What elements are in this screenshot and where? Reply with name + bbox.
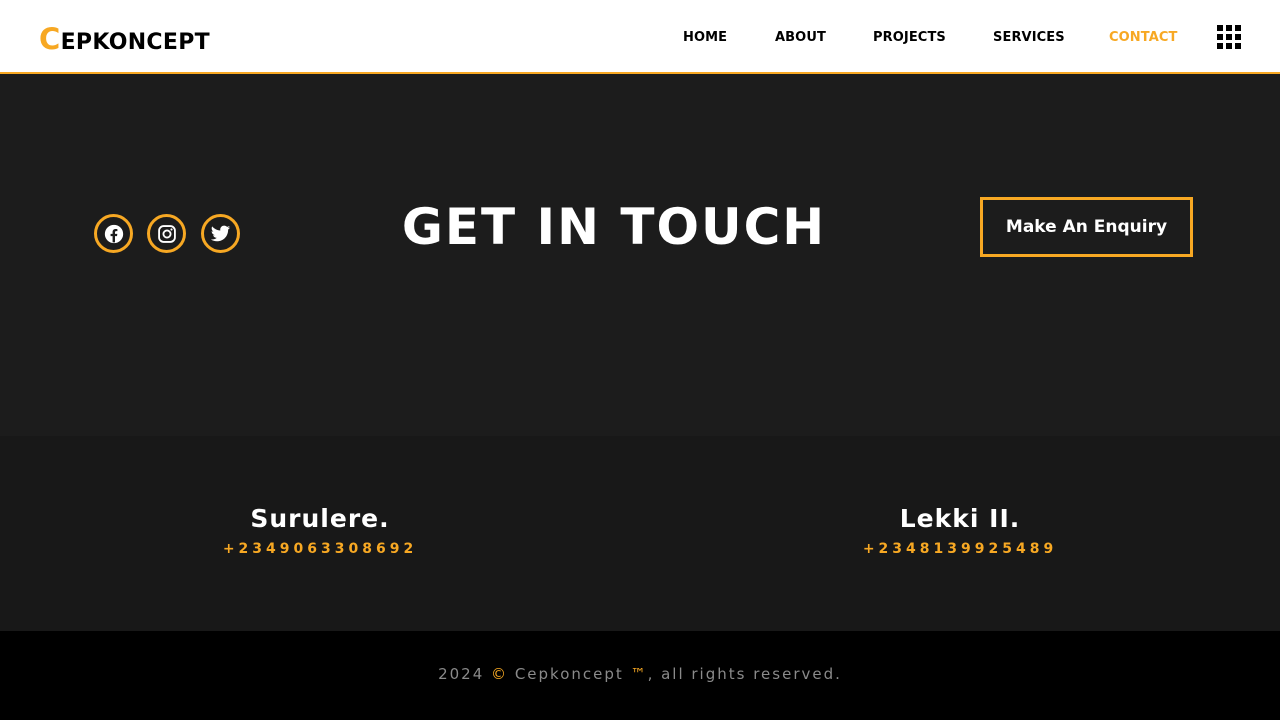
nav-item-contact[interactable]: CONTACT — [1109, 30, 1178, 45]
copyright-brand: Cepkoncept — [514, 665, 624, 683]
copyright-suffix: , all rights reserved. — [647, 665, 842, 683]
contact-hero: GET IN TOUCH Make An Enquiry — [0, 74, 1280, 436]
locations-section: Surulere. +2349063308692 Lekki II. +2348… — [0, 436, 1280, 631]
copyright-symbol: © — [491, 665, 509, 683]
site-footer: 2024 © Cepkoncept ™, all rights reserved… — [0, 631, 1280, 720]
nav-item-home[interactable]: HOME — [683, 30, 727, 45]
logo-text: EPKONCEPT — [60, 30, 210, 55]
copyright-text: 2024 © Cepkoncept ™, all rights reserved… — [0, 665, 1280, 683]
trademark-symbol: ™ — [630, 665, 648, 683]
location-phone[interactable]: +2348139925489 — [640, 541, 1280, 557]
location-surulere: Surulere. +2349063308692 — [0, 504, 640, 557]
location-name: Lekki II. — [899, 504, 1021, 533]
nav-item-projects[interactable]: PROJECTS — [873, 30, 946, 45]
logo[interactable]: CEPKONCEPT — [39, 22, 210, 56]
logo-initial: C — [39, 22, 61, 56]
site-header: CEPKONCEPT HOME ABOUT PROJECTS SERVICES … — [0, 0, 1280, 74]
make-enquiry-button[interactable]: Make An Enquiry — [980, 197, 1193, 257]
nav-item-about[interactable]: ABOUT — [775, 30, 826, 45]
nav-item-services[interactable]: SERVICES — [993, 30, 1065, 45]
location-lekki: Lekki II. +2348139925489 — [640, 504, 1280, 557]
grid-menu-icon[interactable] — [1217, 25, 1242, 50]
copyright-year: 2024 — [438, 665, 485, 683]
location-phone[interactable]: +2349063308692 — [0, 541, 640, 557]
location-name: Surulere. — [250, 504, 390, 533]
